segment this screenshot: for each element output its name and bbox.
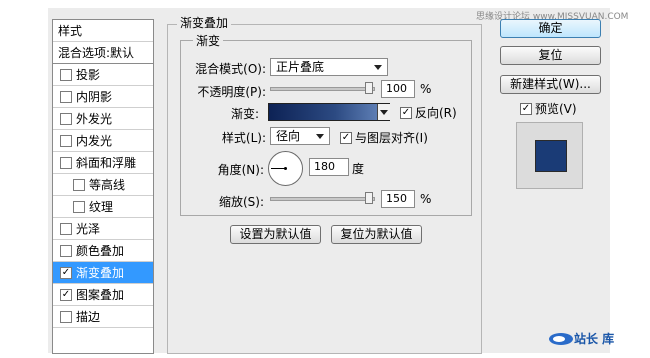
- checkbox-icon[interactable]: [60, 112, 72, 125]
- style-list-item[interactable]: 等高线: [53, 174, 153, 196]
- reverse-label: 反向(R): [415, 106, 457, 120]
- gradient-dropdown-wrap: [378, 104, 390, 120]
- style-list-item-label: 图案叠加: [76, 288, 125, 302]
- opacity-label: 不透明度(P):: [197, 85, 266, 99]
- style-list-item-label: 光泽: [76, 222, 101, 236]
- style-value: 径向: [276, 129, 301, 143]
- ok-button[interactable]: 确定: [500, 19, 601, 38]
- gradient-picker[interactable]: [268, 103, 390, 121]
- angle-dial-center: [284, 167, 287, 170]
- style-list-item[interactable]: 投影: [53, 64, 153, 86]
- style-list-item-label: 内发光: [76, 134, 113, 148]
- style-list-item-label: 斜面和浮雕: [76, 156, 137, 170]
- align-check-icon: ✓: [340, 131, 352, 144]
- opacity-unit: %: [420, 82, 432, 96]
- new-style-button[interactable]: 新建样式(W)...: [500, 75, 601, 94]
- style-list-item[interactable]: 斜面和浮雕: [53, 152, 153, 174]
- chevron-down-icon: [374, 65, 382, 70]
- gradient-dropdown-button[interactable]: [377, 104, 390, 120]
- style-list-item-label: 渐变叠加: [76, 266, 125, 280]
- style-list-item[interactable]: 颜色叠加: [53, 240, 153, 262]
- preview-checkbox[interactable]: ✓ 预览(V): [520, 100, 577, 117]
- opacity-input[interactable]: 100: [381, 80, 415, 98]
- scale-slider-thumb[interactable]: [365, 192, 373, 204]
- style-list-item[interactable]: ✓ 图案叠加: [53, 284, 153, 306]
- chevron-down-icon: [380, 110, 388, 115]
- style-list-header[interactable]: 样式: [53, 20, 153, 42]
- gradient-overlay-title: 渐变叠加: [177, 14, 232, 31]
- checkbox-checked-icon[interactable]: ✓: [60, 288, 72, 301]
- style-list: 样式 混合选项:默认 投影内阴影外发光内发光斜面和浮雕等高线纹理光泽颜色叠加 ✓ 渐…: [52, 19, 154, 354]
- style-list-item[interactable]: 描边: [53, 306, 153, 328]
- style-select[interactable]: 径向: [270, 127, 330, 145]
- checkbox-icon[interactable]: [60, 310, 72, 323]
- style-list-item-label: 投影: [76, 68, 101, 82]
- scale-label: 缩放(S):: [218, 195, 264, 209]
- checkbox-checked-icon[interactable]: ✓: [60, 266, 72, 279]
- style-list-item-label: 描边: [76, 310, 101, 324]
- checkbox-icon[interactable]: [60, 244, 72, 257]
- reset-default-button[interactable]: 复位为默认值: [331, 225, 422, 244]
- chevron-down-icon: [316, 134, 324, 139]
- angle-value: 180: [314, 160, 335, 173]
- blend-mode-value: 正片叠底: [276, 60, 325, 74]
- opacity-value: 100: [386, 82, 407, 95]
- reset-button[interactable]: 复位: [500, 46, 601, 65]
- style-list-item[interactable]: 纹理: [53, 196, 153, 218]
- style-list-header-label: 样式: [58, 24, 83, 38]
- reverse-checkbox[interactable]: ✓ 反向(R): [400, 104, 457, 121]
- checkbox-icon[interactable]: [60, 156, 72, 169]
- scale-value: 150: [386, 192, 407, 205]
- scale-slider-track[interactable]: [270, 197, 375, 201]
- style-list-item[interactable]: ✓ 渐变叠加: [53, 262, 153, 284]
- blend-mode-label: 混合模式(O):: [195, 62, 266, 76]
- style-list-item[interactable]: 外发光: [53, 108, 153, 130]
- checkbox-icon[interactable]: [60, 90, 72, 103]
- set-default-button[interactable]: 设置为默认值: [230, 225, 321, 244]
- style-list-item[interactable]: 内阴影: [53, 86, 153, 108]
- angle-input[interactable]: 180: [309, 158, 349, 176]
- checkbox-icon[interactable]: [73, 200, 85, 213]
- blend-options-label: 混合选项:默认: [58, 46, 135, 60]
- reset-label: 复位: [538, 48, 563, 62]
- new-style-label: 新建样式(W)...: [510, 77, 591, 91]
- reset-default-label: 复位为默认值: [340, 227, 413, 241]
- checkbox-icon[interactable]: [60, 222, 72, 235]
- style-label: 样式(L):: [221, 131, 266, 145]
- checkbox-icon[interactable]: [73, 178, 85, 191]
- opacity-slider-track[interactable]: [270, 87, 375, 91]
- scale-unit: %: [420, 192, 432, 206]
- opacity-slider-thumb[interactable]: [365, 82, 373, 94]
- logo-icon: [549, 332, 573, 345]
- checkbox-icon[interactable]: [60, 134, 72, 147]
- logo-text: 站长 库: [574, 332, 615, 346]
- gradient-subgroup-title: 渐变: [193, 32, 224, 49]
- preview-check-icon: ✓: [520, 102, 532, 115]
- preview-label: 预览(V): [535, 102, 577, 116]
- style-list-item[interactable]: 内发光: [53, 130, 153, 152]
- align-layer-label: 与图层对齐(I): [355, 131, 428, 145]
- style-list-item-label: 外发光: [76, 112, 113, 126]
- gradient-label: 渐变:: [230, 107, 259, 121]
- ok-label: 确定: [538, 21, 563, 35]
- preview-swatch: [535, 140, 567, 172]
- style-list-item-label: 内阴影: [76, 90, 113, 104]
- set-default-label: 设置为默认值: [239, 227, 312, 241]
- angle-dial[interactable]: [268, 151, 303, 186]
- align-layer-checkbox[interactable]: ✓ 与图层对齐(I): [340, 129, 428, 146]
- style-list-item-label: 等高线: [89, 178, 126, 192]
- angle-unit: 度: [352, 162, 365, 176]
- blend-options-item[interactable]: 混合选项:默认: [53, 42, 153, 64]
- site-logo: 站长 库: [548, 330, 614, 347]
- angle-label: 角度(N):: [217, 163, 264, 177]
- checkbox-icon[interactable]: [60, 68, 72, 81]
- style-list-item[interactable]: 光泽: [53, 218, 153, 240]
- style-list-item-label: 纹理: [89, 200, 114, 214]
- style-list-item-label: 颜色叠加: [76, 244, 125, 258]
- blend-mode-select[interactable]: 正片叠底: [270, 58, 388, 76]
- reverse-check-icon: ✓: [400, 106, 412, 119]
- scale-input[interactable]: 150: [381, 190, 415, 208]
